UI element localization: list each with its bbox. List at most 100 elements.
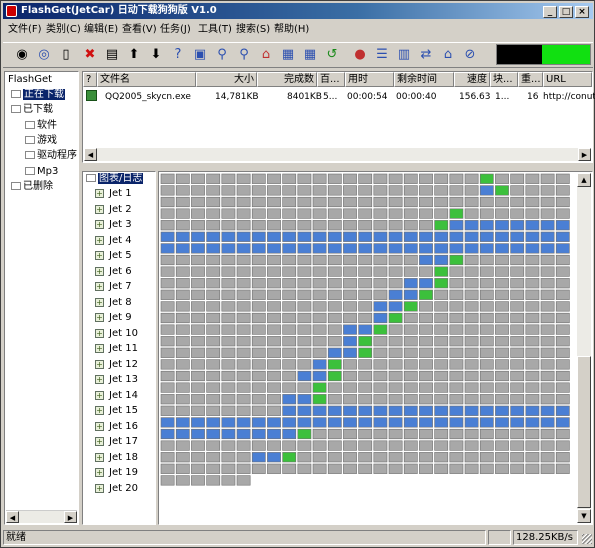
block-cell [236,452,251,463]
monitor-icon[interactable]: ▣ [191,46,209,64]
jet-item[interactable]: + Jet 8 [95,297,132,309]
minimize-button[interactable]: _ [543,6,557,18]
cell-retries: 16 [527,92,539,102]
jet-item[interactable]: + Jet 5 [95,250,132,262]
block-cell [282,196,297,208]
resize-grip-icon[interactable] [582,534,592,544]
scroll-right-button[interactable]: ▶ [64,511,77,523]
tree-item-downloaded[interactable]: 已下载 [11,104,53,116]
tree-item-mp3[interactable]: Mp3 [25,166,58,178]
jet-item[interactable]: + Jet 13 [95,374,138,386]
menu-category[interactable]: 类别(C) [43,23,84,37]
delete-icon[interactable]: ✖ [81,46,99,64]
jet-item[interactable]: + Jet 17 [95,436,138,448]
block-cell [510,405,525,416]
col-completed[interactable]: 完成数 [257,72,317,87]
block-cell [510,347,525,358]
jet-item[interactable]: + Jet 16 [95,421,138,433]
block-cell [403,428,418,440]
block-cell [206,312,221,324]
refresh-icon[interactable]: ↺ [323,46,341,64]
block-cell [282,417,297,428]
jet-item[interactable]: + Jet 2 [95,204,132,216]
menu-search[interactable]: 搜索(S) [233,23,273,37]
jet-item[interactable]: + Jet 12 [95,359,138,371]
scroll-left-button[interactable]: ◀ [84,148,97,161]
menu-task[interactable]: 任务(J) [157,23,194,37]
col-filename[interactable]: 文件名 [97,72,196,87]
scroll-left-button[interactable]: ◀ [6,511,19,523]
block-cell [525,196,540,208]
menu-tools[interactable]: 工具(T) [195,23,235,37]
col-remaining[interactable]: 剩余时间 [394,72,454,87]
block-cell [236,370,251,382]
jet-item[interactable]: + Jet 15 [95,405,138,417]
jet-item[interactable]: + Jet 7 [95,281,132,293]
move-up-icon[interactable]: ⬆ [125,46,143,64]
jet-item[interactable]: + Jet 11 [95,343,138,355]
col-retries[interactable]: 重... [518,72,543,87]
col-url[interactable]: URL [543,72,592,87]
scroll-up-button[interactable]: ▲ [577,173,591,187]
search-icon[interactable]: ⚲ [213,46,231,64]
block-cell [267,196,281,208]
tree-root[interactable]: FlashGet [8,74,52,86]
info-icon[interactable]: ⊘ [461,46,479,64]
jet-item[interactable]: + Jet 10 [95,328,138,340]
close-button[interactable]: × [575,6,589,18]
col-blocks[interactable]: 块... [490,72,518,87]
block-cell [282,266,297,277]
jets-header[interactable]: 图表/日志 [86,173,144,185]
jet-item[interactable]: + Jet 3 [95,219,132,231]
scroll-thumb[interactable] [577,356,591,508]
move-down-icon[interactable]: ⬇ [147,46,165,64]
tree-item-downloading[interactable]: 正在下载 [11,89,65,101]
record-icon[interactable]: ● [351,46,369,64]
jet-item[interactable]: + Jet 1 [95,188,132,200]
tree-item-software[interactable]: 软件 [25,120,57,132]
block-cell [343,382,357,393]
jet-item[interactable]: + Jet 6 [95,266,132,278]
schedule-icon[interactable]: ▥ [395,46,413,64]
find-icon[interactable]: ⚲ [235,46,253,64]
col-percent[interactable]: 百... [317,72,345,87]
block-cell [267,347,281,358]
status-column-header[interactable]: ? [83,72,97,87]
properties-icon[interactable]: ▤ [103,46,121,64]
network-icon[interactable]: ⇄ [417,46,435,64]
export-icon[interactable]: ▦ [301,46,319,64]
settings-icon[interactable]: ◎ [35,46,53,64]
jet-item[interactable]: + Jet 9 [95,312,132,324]
import-icon[interactable]: ▦ [279,46,297,64]
maximize-button[interactable]: □ [559,6,573,18]
jet-item[interactable]: + Jet 19 [95,467,138,479]
tree-item-drivers[interactable]: 驱动程序 [25,150,77,162]
scroll-right-button[interactable]: ▶ [578,148,591,161]
block-map-vertical-scrollbar[interactable]: ▲ ▼ [577,173,591,523]
block-cell [449,382,464,393]
play-icon[interactable]: ◉ [13,46,31,64]
col-elapsed[interactable]: 用时 [345,72,394,87]
menu-help[interactable]: 帮助(H) [271,23,312,37]
block-cell [388,370,403,382]
list-horizontal-scrollbar[interactable]: ◀ ▶ [84,148,591,161]
menu-view[interactable]: 查看(V) [119,23,160,37]
help-icon[interactable]: ? [169,46,187,64]
menu-file[interactable]: 文件(F) [5,23,45,37]
col-speed[interactable]: 速度 [454,72,490,87]
block-cell [510,231,525,242]
home-icon[interactable]: ⌂ [439,46,457,64]
tree-item-games[interactable]: 游戏 [25,135,57,147]
jet-item[interactable]: + Jet 14 [95,390,138,402]
jet-item[interactable]: + Jet 18 [95,452,138,464]
scroll-down-button[interactable]: ▼ [577,509,591,523]
site-icon[interactable]: ⌂ [257,46,275,64]
new-task-icon[interactable]: ▯ [57,46,75,64]
jet-item[interactable]: + Jet 20 [95,483,138,495]
menu-edit[interactable]: 编辑(E) [81,23,121,37]
col-size[interactable]: 大小 [196,72,257,87]
tree-item-deleted[interactable]: 已删除 [11,181,53,193]
tree-horizontal-scrollbar[interactable]: ◀ ▶ [6,510,77,523]
jet-item[interactable]: + Jet 4 [95,235,132,247]
options-icon[interactable]: ☰ [373,46,391,64]
